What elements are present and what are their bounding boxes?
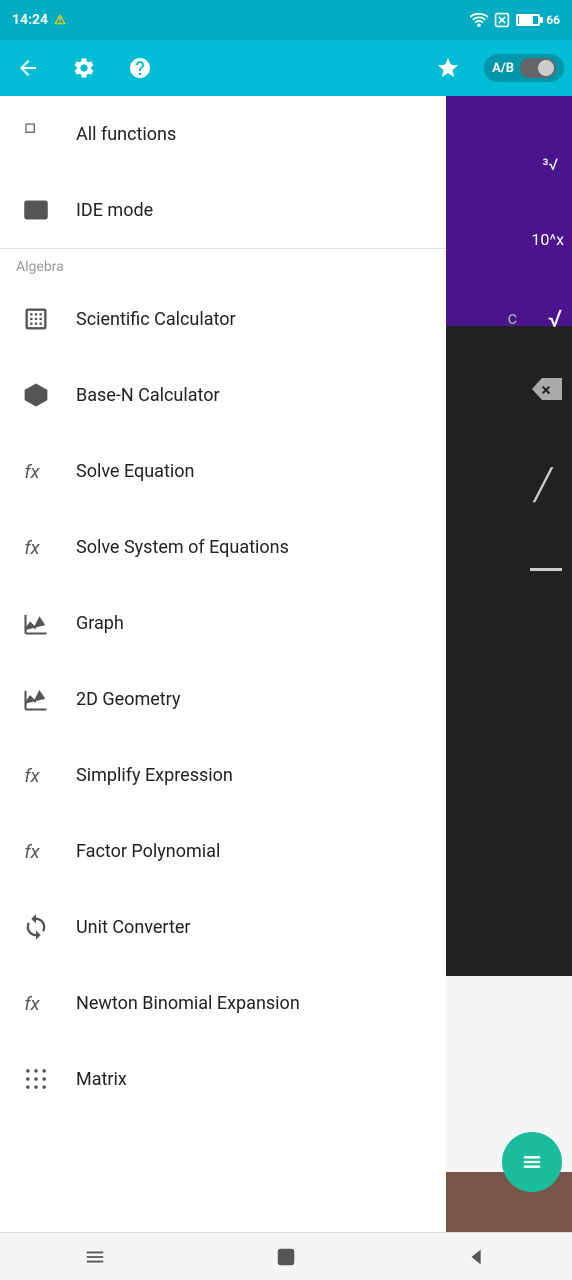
- hamburger-icon: [84, 1246, 106, 1268]
- base-n-label: Base-N Calculator: [76, 385, 220, 406]
- menu-item-solve-system[interactable]: fx Solve System of Equations: [0, 509, 446, 585]
- battery-icon: [516, 14, 540, 26]
- solve-equation-icon: fx: [16, 451, 56, 491]
- factor-polynomial-icon: fx: [16, 831, 56, 871]
- scientific-calculator-icon: [16, 299, 56, 339]
- bottom-nav: [0, 1232, 572, 1280]
- ide-mode-icon: [16, 190, 56, 230]
- back-triangle-icon: [466, 1246, 488, 1268]
- help-button[interactable]: [120, 48, 160, 88]
- menu-item-simplify[interactable]: fx Simplify Expression: [0, 737, 446, 813]
- svg-text:fx: fx: [24, 461, 40, 483]
- warning-icon: ⚠: [54, 13, 66, 28]
- toolbar: A/B: [0, 40, 572, 96]
- svg-text:fx: fx: [24, 993, 40, 1015]
- status-left: 14:24 ⚠: [12, 12, 66, 28]
- solve-system-icon: fx: [16, 527, 56, 567]
- menu-item-factor-polynomial[interactable]: fx Factor Polynomial: [0, 813, 446, 889]
- right-panel-dark: [442, 326, 572, 976]
- nav-back-button[interactable]: [447, 1237, 507, 1277]
- toggle-knob: [538, 60, 554, 76]
- scientific-calculator-label: Scientific Calculator: [76, 309, 236, 330]
- menu-item-solve-equation[interactable]: fx Solve Equation: [0, 433, 446, 509]
- menu-item-matrix[interactable]: Matrix: [0, 1041, 446, 1117]
- menu-item-all-functions[interactable]: All functions: [0, 96, 446, 172]
- wifi-icon: [470, 13, 488, 27]
- menu-item-base-n[interactable]: Base-N Calculator: [0, 357, 446, 433]
- unit-converter-label: Unit Converter: [76, 917, 191, 938]
- simplify-label: Simplify Expression: [76, 765, 233, 786]
- back-button[interactable]: [8, 48, 48, 88]
- svg-text:fx: fx: [24, 537, 40, 559]
- algebra-section-label: Algebra: [0, 249, 446, 281]
- newton-binomial-icon: fx: [16, 983, 56, 1023]
- status-bar: 14:24 ⚠ 66: [0, 0, 572, 40]
- base-n-icon: [16, 375, 56, 415]
- svg-text:fx: fx: [24, 841, 40, 863]
- factor-polynomial-label: Factor Polynomial: [76, 841, 220, 862]
- nav-home-button[interactable]: [256, 1237, 316, 1277]
- menu-item-unit-converter[interactable]: Unit Converter: [0, 889, 446, 965]
- all-functions-label: All functions: [76, 124, 176, 145]
- backspace-icon[interactable]: [532, 378, 562, 404]
- ide-mode-label: IDE mode: [76, 200, 153, 221]
- rp-3sqrt: ³√: [543, 155, 558, 174]
- rp-c-label: c: [508, 308, 517, 329]
- nav-menu-button[interactable]: [65, 1237, 125, 1277]
- rp-10x: 10^x: [531, 230, 564, 249]
- rp-dash: [530, 568, 562, 571]
- right-panel-purple: [442, 96, 572, 326]
- unit-converter-icon: [16, 907, 56, 947]
- status-time: 14:24: [12, 12, 48, 28]
- status-right: 66: [470, 12, 560, 28]
- ab-label: A/B: [492, 61, 514, 76]
- simplify-icon: fx: [16, 755, 56, 795]
- ab-toggle[interactable]: A/B: [484, 54, 564, 82]
- rp-slash: ╱: [534, 468, 552, 503]
- menu-drawer: All functions IDE mode Algebra Scientifi…: [0, 96, 446, 1232]
- menu-item-2d-geometry[interactable]: 2D Geometry: [0, 661, 446, 737]
- menu-item-newton-binomial[interactable]: fx Newton Binomial Expansion: [0, 965, 446, 1041]
- 2d-geometry-label: 2D Geometry: [76, 689, 180, 710]
- settings-button[interactable]: [64, 48, 104, 88]
- matrix-icon: [16, 1059, 56, 1099]
- battery-percent: 66: [546, 13, 560, 27]
- solve-equation-label: Solve Equation: [76, 461, 194, 482]
- solve-system-label: Solve System of Equations: [76, 537, 289, 558]
- home-square-icon: [275, 1246, 297, 1268]
- graph-icon: [16, 603, 56, 643]
- menu-item-graph[interactable]: Graph: [0, 585, 446, 661]
- svg-text:fx: fx: [24, 765, 40, 787]
- equals-button[interactable]: [502, 1132, 562, 1192]
- menu-item-scientific-calculator[interactable]: Scientific Calculator: [0, 281, 446, 357]
- graph-label: Graph: [76, 613, 124, 634]
- menu-item-ide-mode[interactable]: IDE mode: [0, 172, 446, 248]
- rp-sqrt-label: √: [548, 305, 562, 333]
- 2d-geometry-icon: [16, 679, 56, 719]
- matrix-label: Matrix: [76, 1069, 127, 1090]
- x-status-icon: [494, 12, 510, 28]
- newton-binomial-label: Newton Binomial Expansion: [76, 993, 300, 1014]
- star-button[interactable]: [428, 48, 468, 88]
- all-functions-icon: [16, 114, 56, 154]
- toggle-switch[interactable]: [520, 58, 556, 78]
